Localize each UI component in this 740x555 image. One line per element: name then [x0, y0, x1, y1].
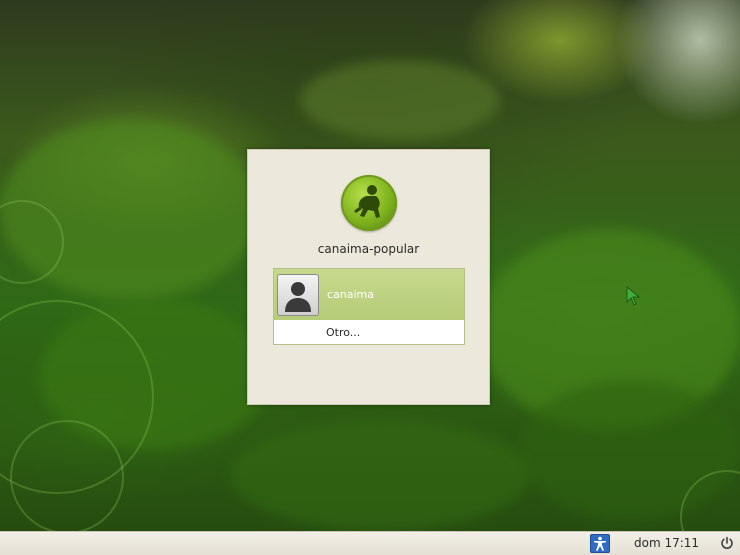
- other-user-label: Otro...: [326, 326, 361, 339]
- mouse-pointer-icon: [626, 285, 641, 306]
- bottom-panel: dom 17:11: [0, 531, 740, 555]
- power-button[interactable]: [719, 535, 735, 551]
- panel-clock[interactable]: dom 17:11: [634, 536, 699, 550]
- user-list-item[interactable]: canaima: [274, 269, 464, 320]
- user-list: canaima Otro...: [273, 268, 465, 345]
- host-name: canaima-popular: [317, 242, 420, 256]
- user-avatar-icon: [277, 274, 319, 316]
- accessibility-icon: [594, 536, 606, 551]
- other-user-item[interactable]: Otro...: [274, 320, 464, 344]
- power-icon: [721, 536, 733, 549]
- login-screen: canaima-popular canaima Otro... dom 17:1…: [0, 0, 740, 555]
- canaima-logo-icon: [341, 175, 397, 231]
- accessibility-button[interactable]: [590, 534, 610, 553]
- user-name: canaima: [327, 288, 375, 301]
- login-dialog: canaima-popular canaima Otro...: [247, 149, 490, 405]
